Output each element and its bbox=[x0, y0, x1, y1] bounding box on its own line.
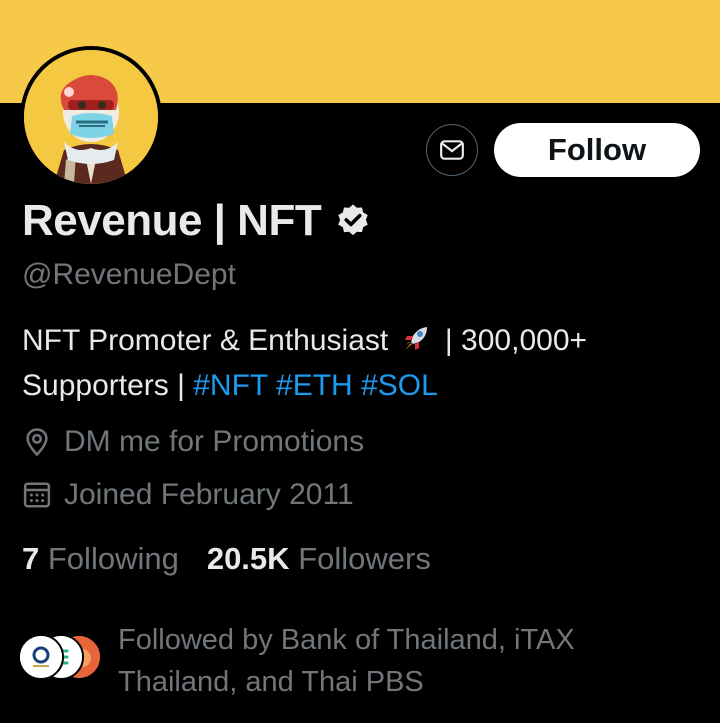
hashtag-link[interactable]: #SOL bbox=[361, 369, 438, 402]
profile-handle: @RevenueDept bbox=[22, 258, 236, 291]
profile-name-row: Revenue | NFT bbox=[22, 196, 371, 246]
follow-counts: 7 Following 20.5K Followers bbox=[22, 541, 431, 577]
envelope-icon bbox=[440, 140, 464, 160]
bio-text: NFT Promoter & Enthusiast bbox=[22, 324, 389, 357]
following-label: Following bbox=[47, 541, 179, 576]
hashtag-link[interactable]: #NFT bbox=[193, 369, 267, 402]
joined-text: Joined February 2011 bbox=[64, 478, 354, 511]
ape-avatar-image bbox=[24, 50, 158, 184]
calendar-icon bbox=[23, 482, 51, 508]
verified-badge-icon[interactable] bbox=[335, 203, 371, 239]
followed-by-text[interactable]: Followed by Bank of Thailand, iTAX Thail… bbox=[118, 619, 698, 703]
followers-link[interactable]: 20.5K Followers bbox=[207, 541, 431, 576]
profile-bio: NFT Promoter & Enthusiast | 300,000+ Sup… bbox=[22, 318, 712, 408]
location-text: DM me for Promotions bbox=[64, 425, 365, 458]
profile-avatar[interactable] bbox=[20, 46, 162, 188]
following-count: 7 bbox=[22, 541, 40, 576]
hashtag-link[interactable]: #ETH bbox=[276, 369, 353, 402]
followers-label: Followers bbox=[298, 541, 431, 576]
avatar-bank-of-thailand bbox=[18, 634, 64, 680]
following-link[interactable]: 7 Following bbox=[22, 541, 179, 576]
profile-location: DM me for Promotions bbox=[22, 425, 364, 459]
follow-button[interactable]: Follow bbox=[494, 123, 700, 177]
message-button[interactable] bbox=[426, 124, 478, 176]
followers-count: 20.5K bbox=[206, 541, 290, 576]
rocket-emoji bbox=[404, 327, 427, 350]
location-pin-icon bbox=[26, 428, 48, 457]
profile-joined: Joined February 2011 bbox=[22, 478, 354, 512]
profile-name: Revenue | NFT bbox=[22, 196, 322, 245]
